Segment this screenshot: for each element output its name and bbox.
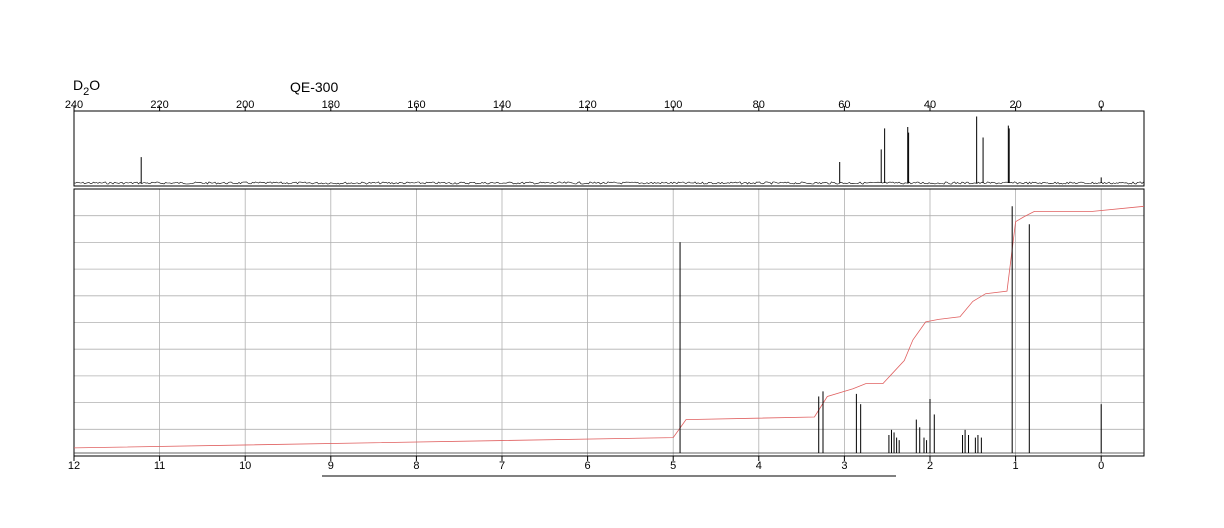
c13-tick-labels: 240 220 200 180 160 140 120 100 80 60 40 20 0 (65, 99, 1104, 111)
c13-tick-label: 220 (150, 99, 168, 111)
c13-tick-label: 200 (236, 99, 254, 111)
h1-tick-label: 8 (413, 460, 419, 472)
c13-tick-label: 160 (407, 99, 425, 111)
h1-tick-label: 5 (670, 460, 676, 472)
h1-tick-label: 3 (841, 460, 847, 472)
c13-tick-label: 140 (493, 99, 511, 111)
c13-tick-label: 180 (322, 99, 340, 111)
h1-tick-label: 0 (1098, 460, 1104, 472)
solvent-label: D2O (73, 77, 100, 98)
h1-tick-label: 9 (328, 460, 334, 472)
c13-tick-label: 40 (924, 99, 936, 111)
h1-tick-label: 4 (756, 460, 762, 472)
c13-tick-label: 60 (838, 99, 850, 111)
h1-tick-labels: 12 11 10 9 8 7 6 5 4 3 2 1 0 (68, 460, 1104, 472)
c13-tick-label: 0 (1098, 99, 1104, 111)
c13-tick-label: 80 (753, 99, 765, 111)
h1-tick-label: 12 (68, 460, 80, 472)
c13-tick-label: 20 (1009, 99, 1021, 111)
h1-tick-label: 10 (239, 460, 251, 472)
h1-tick-label: 1 (1013, 460, 1019, 472)
c13-tick-label: 240 (65, 99, 83, 111)
c13-tick-label: 100 (664, 99, 682, 111)
c13-tick-label: 120 (578, 99, 596, 111)
instrument-label: QE-300 (290, 79, 338, 95)
c13-peak-group (140, 116, 1102, 183)
h1-peak-group (74, 206, 1144, 454)
h1-tick-label: 6 (585, 460, 591, 472)
h1-tick-label: 2 (927, 460, 933, 472)
nmr-figure: D2O QE-300 240 220 200 180 160 140 120 100 80 60 4… (65, 77, 1145, 477)
h1-tick-label: 11 (154, 460, 165, 472)
h1-tick-label: 7 (499, 460, 505, 472)
h1-grid (73, 189, 1144, 461)
